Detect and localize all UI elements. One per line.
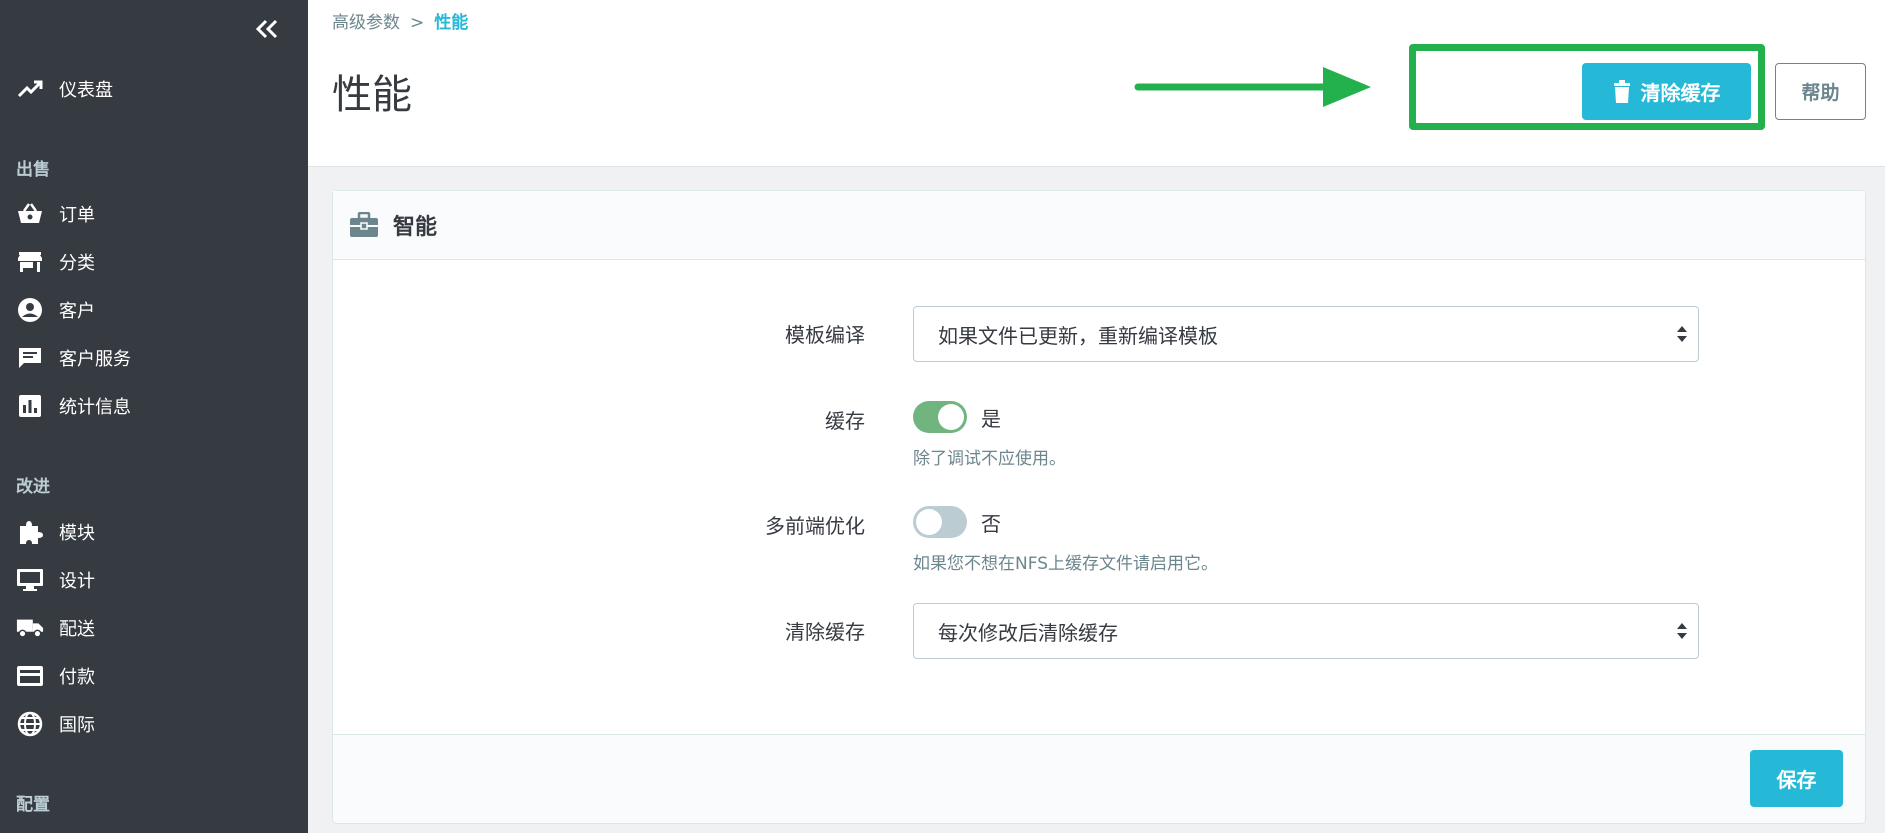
sidebar-item-payment[interactable]: 付款 bbox=[16, 659, 296, 693]
breadcrumb-current[interactable]: 性能 bbox=[434, 13, 468, 33]
sidebar-item-customer-service[interactable]: 客户服务 bbox=[16, 341, 296, 375]
collapse-sidebar-icon[interactable] bbox=[250, 14, 284, 44]
trending-up-icon bbox=[16, 75, 44, 103]
sidebar-item-label: 配送 bbox=[59, 619, 95, 640]
clear-cache-button[interactable]: 清除缓存 bbox=[1582, 63, 1751, 120]
sidebar-item-label: 订单 bbox=[59, 205, 95, 226]
cache-switch-row: 是 bbox=[913, 401, 1001, 433]
desktop-icon bbox=[16, 566, 44, 594]
sidebar-item-label: 客户 bbox=[59, 301, 95, 322]
clear-cache-select[interactable]: 每次修改后清除缓存 bbox=[913, 603, 1699, 659]
sidebar-item-label: 统计信息 bbox=[59, 397, 131, 418]
multi-frontend-switch-row: 否 bbox=[913, 506, 1001, 538]
clear-cache-field-label: 清除缓存 bbox=[785, 620, 865, 644]
sidebar-item-label: 模块 bbox=[59, 523, 95, 544]
sidebar-item-customers[interactable]: 客户 bbox=[16, 293, 296, 327]
trash-icon bbox=[1613, 79, 1631, 104]
chat-icon bbox=[16, 344, 44, 372]
sidebar-item-label: 分类 bbox=[59, 253, 95, 274]
sidebar-item-label: 客户服务 bbox=[59, 349, 131, 370]
multi-frontend-label: 多前端优化 bbox=[765, 514, 865, 538]
annotation-arrow bbox=[1134, 67, 1371, 107]
sidebar-item-shipping[interactable]: 配送 bbox=[16, 611, 296, 645]
sidebar-item-catalog[interactable]: 分类 bbox=[16, 245, 296, 279]
card-title: 智能 bbox=[393, 215, 438, 240]
multi-frontend-help: 如果您不想在NFS上缓存文件请启用它。 bbox=[913, 554, 1218, 574]
credit-card-icon bbox=[16, 662, 44, 690]
template-compilation-value: 如果文件已更新，重新编译模板 bbox=[938, 323, 1218, 348]
card-footer: 保存 bbox=[333, 734, 1865, 823]
sidebar-item-label: 设计 bbox=[59, 571, 95, 592]
cache-label: 缓存 bbox=[825, 409, 865, 433]
account-circle-icon bbox=[16, 296, 44, 324]
sidebar: 仪表盘 出售 订单 分类 客户 客户服务 统计信息 改进 模块 设计 配送 付款… bbox=[0, 0, 308, 833]
breadcrumb-parent[interactable]: 高级参数 bbox=[332, 13, 400, 33]
help-button[interactable]: 帮助 bbox=[1775, 63, 1866, 120]
save-button[interactable]: 保存 bbox=[1750, 750, 1843, 807]
breadcrumb: 高级参数 > 性能 bbox=[332, 8, 468, 33]
truck-icon bbox=[16, 614, 44, 642]
cache-state: 是 bbox=[981, 406, 1001, 431]
section-title-configure: 配置 bbox=[16, 795, 50, 815]
sidebar-item-stats[interactable]: 统计信息 bbox=[16, 389, 296, 423]
section-title-improve: 改进 bbox=[16, 477, 50, 497]
page-header: 高级参数 > 性能 性能 清除缓存 帮助 bbox=[308, 0, 1885, 167]
sidebar-item-label: 国际 bbox=[59, 715, 95, 736]
card-header: 智能 bbox=[333, 191, 1865, 260]
multi-frontend-toggle[interactable] bbox=[913, 506, 967, 538]
template-compilation-label: 模板编译 bbox=[785, 323, 865, 347]
store-icon bbox=[16, 248, 44, 276]
breadcrumb-separator: > bbox=[410, 13, 425, 33]
sidebar-item-label: 付款 bbox=[59, 667, 95, 688]
multi-frontend-state: 否 bbox=[981, 511, 1001, 536]
page-title: 性能 bbox=[332, 72, 412, 118]
puzzle-icon bbox=[16, 518, 44, 546]
section-title-sell: 出售 bbox=[16, 160, 50, 180]
sidebar-item-international[interactable]: 国际 bbox=[16, 707, 296, 741]
bar-chart-icon bbox=[16, 392, 44, 420]
briefcase-icon bbox=[349, 212, 379, 238]
select-caret-icon bbox=[1677, 623, 1687, 639]
cache-help: 除了调试不应使用。 bbox=[913, 449, 1066, 469]
smart-cache-panel: 智能 模板编译 如果文件已更新，重新编译模板 缓存 是 除了调试不应使用。 多前… bbox=[332, 190, 1866, 824]
globe-icon bbox=[16, 710, 44, 738]
select-caret-icon bbox=[1677, 326, 1687, 342]
clear-cache-value: 每次修改后清除缓存 bbox=[938, 620, 1118, 645]
sidebar-item-modules[interactable]: 模块 bbox=[16, 515, 296, 549]
clear-cache-label: 清除缓存 bbox=[1640, 81, 1721, 105]
basket-icon bbox=[16, 200, 44, 228]
sidebar-item-orders[interactable]: 订单 bbox=[16, 197, 296, 231]
cache-toggle[interactable] bbox=[913, 401, 967, 433]
sidebar-item-dashboard[interactable]: 仪表盘 bbox=[16, 72, 296, 106]
sidebar-item-label: 仪表盘 bbox=[59, 80, 113, 101]
sidebar-item-design[interactable]: 设计 bbox=[16, 563, 296, 597]
template-compilation-select[interactable]: 如果文件已更新，重新编译模板 bbox=[913, 306, 1699, 362]
